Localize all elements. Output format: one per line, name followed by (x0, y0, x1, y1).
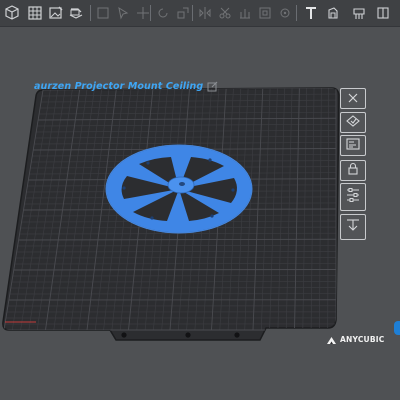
plate-title-bar[interactable]: aurzen Projector Mount Ceiling (34, 79, 219, 93)
plate-hole (121, 332, 127, 338)
close-x-icon (346, 89, 360, 108)
scale-icon[interactable] (174, 4, 192, 22)
box-icon[interactable] (94, 4, 112, 22)
paint-icon[interactable] (324, 4, 342, 22)
slider-settings-button[interactable] (340, 183, 366, 211)
drill-icon[interactable] (276, 4, 294, 22)
support-icon[interactable] (236, 4, 254, 22)
auto-arrange-button[interactable] (340, 112, 366, 133)
plate-hole (185, 332, 191, 338)
close-plate-button[interactable] (340, 88, 366, 109)
support-paint-icon[interactable] (350, 4, 368, 22)
cursor-icon[interactable] (114, 4, 132, 22)
hollow-icon[interactable] (256, 4, 274, 22)
cut-icon[interactable] (216, 4, 234, 22)
edit-name-icon[interactable] (207, 77, 219, 96)
grid-select-icon[interactable] (26, 4, 44, 22)
rotate-icon[interactable] (154, 4, 172, 22)
arrange-button[interactable] (340, 214, 366, 240)
lock-plate-button[interactable] (340, 160, 366, 181)
plate-hole (234, 332, 240, 338)
cube-icon[interactable] (3, 4, 21, 22)
arrange-icon (345, 217, 361, 237)
layers-icon[interactable] (67, 4, 85, 22)
lock-icon (346, 161, 360, 180)
brand-name: ANYCUBIC (340, 335, 385, 344)
plate-title[interactable]: aurzen Projector Mount Ceiling (34, 81, 203, 92)
model-projector-mount[interactable] (105, 144, 253, 234)
anycubic-logo-icon (326, 330, 337, 349)
3d-viewport[interactable]: aurzen Projector Mount Ceiling ANYCUBIC (0, 27, 400, 400)
mirror-icon[interactable] (196, 4, 214, 22)
seam-icon[interactable] (374, 4, 392, 22)
auto-arrange-icon (345, 113, 361, 132)
plate-settings-button[interactable] (340, 135, 366, 156)
panel-collapse-handle[interactable] (394, 321, 400, 335)
brand-logo: ANYCUBIC (326, 330, 384, 349)
plate-settings-icon (345, 136, 361, 155)
top-toolbar (0, 0, 400, 27)
text-icon[interactable] (302, 4, 320, 22)
image-edit-icon[interactable] (47, 4, 65, 22)
slider-settings-icon (345, 186, 361, 208)
